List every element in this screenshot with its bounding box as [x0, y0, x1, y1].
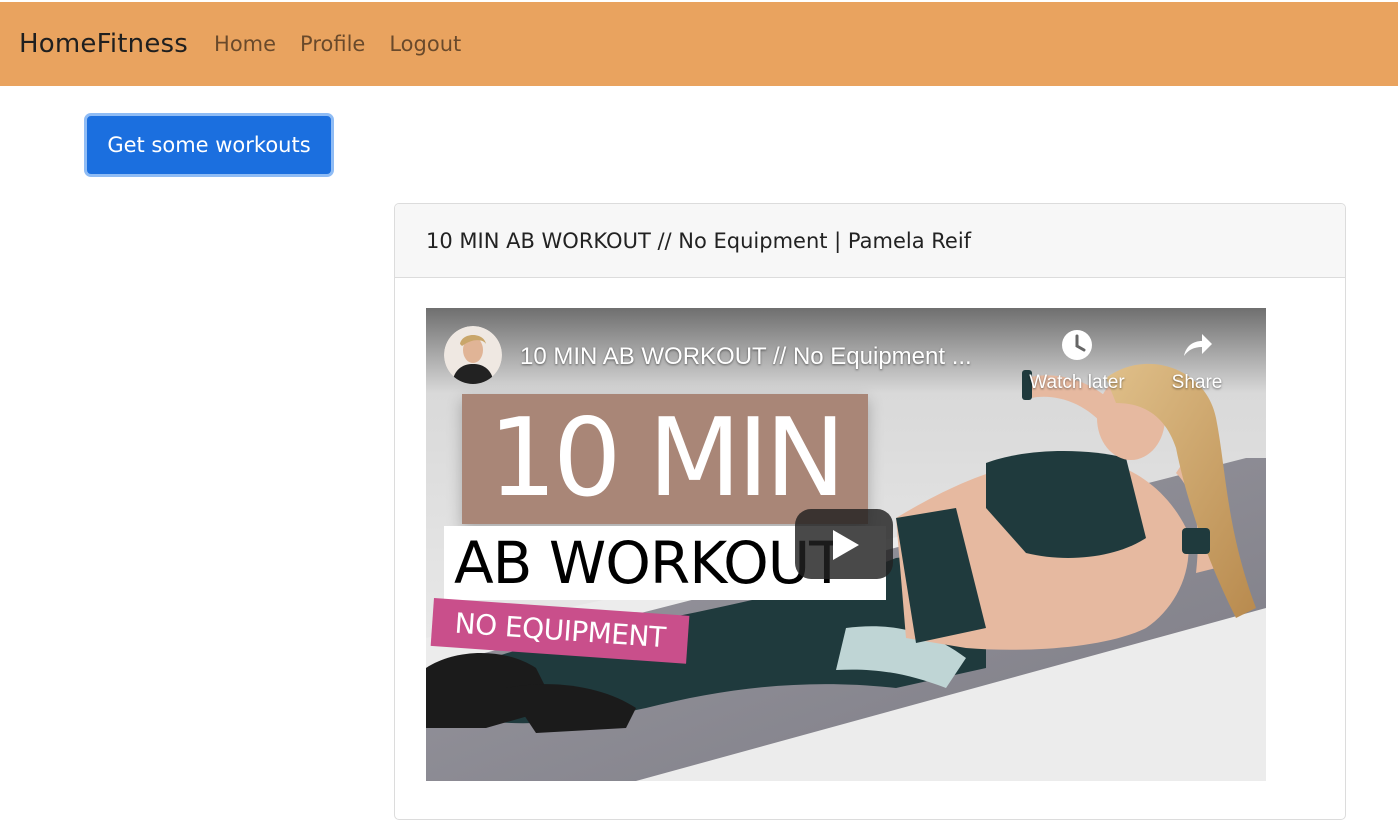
play-icon	[833, 530, 859, 560]
video-embed[interactable]: 10 MIN AB WORKOUT // No Equipment ... Wa…	[426, 308, 1266, 781]
navbar: HomeFitness Home Profile Logout	[0, 2, 1398, 86]
share-button[interactable]: Share	[1142, 328, 1252, 394]
brand-logo[interactable]: HomeFitness	[19, 29, 188, 59]
get-workouts-label: Get some workouts	[107, 133, 311, 157]
workout-card: 10 MIN AB WORKOUT // No Equipment | Pame…	[394, 203, 1346, 820]
thumbnail-text-10-min: 10 MIN	[462, 394, 868, 524]
video-title[interactable]: 10 MIN AB WORKOUT // No Equipment ...	[520, 343, 972, 371]
channel-avatar[interactable]	[444, 326, 502, 384]
nav-link-logout[interactable]: Logout	[389, 32, 461, 56]
nav-link-profile[interactable]: Profile	[300, 32, 365, 56]
watch-later-label: Watch later	[1029, 372, 1125, 393]
share-label: Share	[1171, 372, 1223, 393]
watch-later-button[interactable]: Watch later	[1022, 328, 1132, 394]
workout-card-header: 10 MIN AB WORKOUT // No Equipment | Pame…	[395, 204, 1345, 278]
get-workouts-button[interactable]: Get some workouts	[84, 113, 334, 177]
share-arrow-icon	[1184, 334, 1212, 356]
workout-title: 10 MIN AB WORKOUT // No Equipment | Pame…	[426, 228, 972, 253]
nav-links: Home Profile Logout	[214, 32, 485, 56]
nav-link-home[interactable]: Home	[214, 32, 276, 56]
clock-icon	[1062, 330, 1092, 360]
play-button[interactable]	[795, 509, 893, 579]
